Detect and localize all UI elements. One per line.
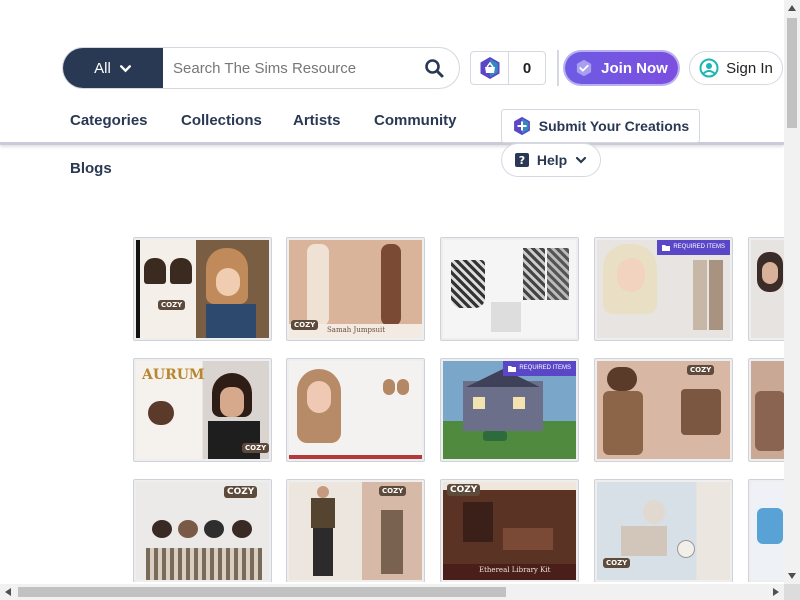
nav-community[interactable]: Community (374, 112, 457, 129)
product-card-house-lot[interactable]: REQUIRED ITEMS (440, 358, 579, 462)
header-divider (557, 50, 559, 86)
product-card-decor-set[interactable]: COZY (594, 479, 733, 582)
plus-hexagon-icon (513, 116, 530, 136)
svg-text:?: ? (519, 154, 525, 167)
sign-in-button[interactable]: Sign In (689, 51, 783, 85)
nav-collections[interactable]: Collections (181, 112, 262, 129)
folder-icon (662, 244, 671, 251)
horizontal-scrollbar[interactable] (0, 584, 784, 600)
product-thumbnail (751, 482, 784, 580)
submit-creations-button[interactable]: Submit Your Creations (501, 109, 700, 143)
join-now-label: Join Now (601, 59, 668, 77)
product-card-kids-berets[interactable]: COZY (133, 479, 272, 582)
horizontal-scroll-thumb[interactable] (18, 587, 506, 597)
product-card-sweater-trousers[interactable]: COZY (286, 479, 425, 582)
checkmark-hexagon-icon (577, 59, 592, 77)
site-header: All 0 (0, 0, 784, 145)
required-items-badge: REQUIRED ITEMS (503, 361, 576, 376)
cozy-badge: COZY (242, 443, 270, 453)
nav-categories[interactable]: Categories (70, 112, 148, 129)
product-thumbnail (136, 240, 269, 338)
scroll-left-arrow-icon[interactable] (0, 584, 16, 600)
question-icon: ? (514, 153, 529, 167)
join-now-button[interactable]: Join Now (565, 52, 678, 84)
cozy-badge: COZY (603, 558, 631, 568)
product-thumbnail (289, 482, 422, 580)
chevron-down-icon (119, 64, 131, 72)
search-scope-label: All (94, 59, 111, 77)
product-card-blonde-hair[interactable]: REQUIRED ITEMS (594, 237, 733, 341)
basket-icon-box (471, 52, 509, 84)
cozy-badge: COZY (158, 300, 186, 310)
product-thumbnail (751, 240, 784, 338)
product-grid: COZY COZY Samah Jumpsuit REQUIRED ITEMS … (133, 237, 784, 582)
product-card-partial-1[interactable] (748, 237, 784, 341)
scroll-down-arrow-icon[interactable] (784, 568, 800, 584)
product-card-partial-3[interactable] (748, 479, 784, 582)
user-circle-icon (699, 58, 719, 78)
nav-artists[interactable]: Artists (293, 112, 341, 129)
search-bar: All (62, 47, 460, 89)
sign-in-label: Sign In (726, 59, 773, 77)
submit-creations-label: Submit Your Creations (538, 118, 690, 134)
vertical-scrollbar[interactable] (784, 0, 800, 584)
nav-blogs[interactable]: Blogs (70, 160, 112, 177)
scroll-right-arrow-icon[interactable] (768, 584, 784, 600)
required-items-label: REQUIRED ITEMS (673, 244, 725, 250)
product-card-aurum-hair[interactable]: AURUM COZY (133, 358, 272, 462)
cozy-badge: COZY (224, 486, 258, 498)
product-card-ethereal-library-kit[interactable]: COZY Ethereal Library Kit (440, 479, 579, 582)
basket-widget[interactable]: 0 (470, 51, 546, 85)
help-dropdown[interactable]: ? Help (501, 143, 601, 177)
product-card-partial-2[interactable] (748, 358, 784, 462)
chevron-down-icon (576, 156, 587, 164)
product-card-plaid-dress[interactable] (440, 237, 579, 341)
product-card-samah-jumpsuit[interactable]: COZY Samah Jumpsuit (286, 237, 425, 341)
cozy-badge: COZY (687, 365, 715, 375)
product-card-hair-braids[interactable]: COZY (133, 237, 272, 341)
scroll-up-arrow-icon[interactable] (784, 0, 800, 16)
product-title: Samah Jumpsuit (327, 326, 386, 334)
product-thumbnail (289, 361, 422, 459)
cozy-badge: COZY (291, 320, 319, 330)
search-scope-dropdown[interactable]: All (63, 48, 163, 88)
vertical-scroll-thumb[interactable] (787, 18, 797, 128)
help-label: Help (536, 152, 568, 168)
search-icon (425, 59, 444, 78)
product-thumbnail (443, 240, 576, 338)
cozy-badge: COZY (379, 486, 407, 496)
basket-icon (480, 57, 499, 79)
product-card-cardigan[interactable]: COZY (594, 358, 733, 462)
product-thumbnail (751, 361, 784, 459)
page: All 0 (0, 0, 800, 600)
basket-count: 0 (522, 59, 532, 77)
product-thumbnail (597, 361, 730, 459)
search-input[interactable] (163, 48, 409, 88)
folder-icon (508, 365, 517, 372)
search-button[interactable] (409, 48, 459, 88)
scrollbar-corner (784, 584, 800, 600)
cozy-badge: COZY (447, 484, 481, 496)
required-items-label: REQUIRED ITEMS (519, 365, 571, 371)
product-card-wavy-hair[interactable] (286, 358, 425, 462)
product-title: AURUM (142, 367, 205, 383)
product-title: Ethereal Library Kit (479, 566, 551, 574)
required-items-badge: REQUIRED ITEMS (657, 240, 730, 255)
